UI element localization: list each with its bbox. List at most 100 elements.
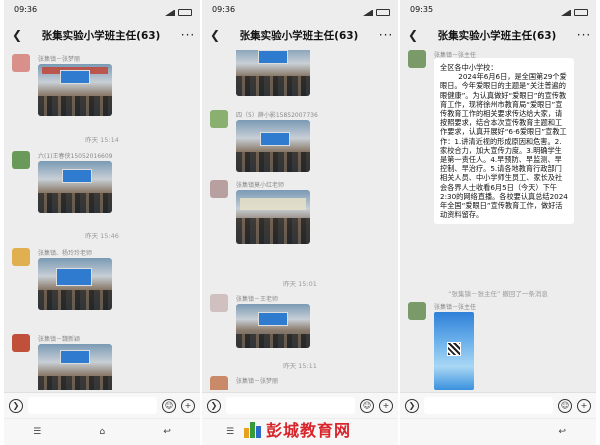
chat-title: 张集实验小学班主任(63): [437, 29, 557, 42]
phone-screen-2: 09:36 ❮ 张集实验小学班主任(63) ··· 四（5）薛小影1585200…: [202, 0, 398, 445]
avatar[interactable]: [210, 294, 228, 312]
input-bar: ❯ ☺ +: [202, 392, 398, 418]
system-nav-bar: ↩: [400, 419, 596, 445]
message-input[interactable]: [226, 397, 355, 414]
message-item: 张集镇－张主任: [408, 302, 588, 390]
more-options-icon[interactable]: ···: [176, 28, 200, 42]
voice-icon[interactable]: ❯: [405, 398, 419, 413]
system-nav-bar: ☰ ⌂ ↩: [4, 419, 200, 445]
battery-icon: [574, 9, 588, 16]
more-options-icon[interactable]: ···: [374, 28, 398, 42]
back-arrow-icon[interactable]: ❮: [404, 28, 422, 42]
emoji-icon[interactable]: ☺: [558, 398, 572, 413]
message-input[interactable]: [424, 397, 553, 414]
timestamp: 昨天 15:46: [85, 232, 119, 240]
recall-notice: “张集镇－张主任” 撤回了一条消息: [448, 290, 548, 298]
input-bar: ❯ ☺ +: [400, 392, 596, 418]
message-input[interactable]: [28, 397, 157, 414]
voice-icon[interactable]: ❯: [207, 398, 221, 413]
status-time: 09:36: [14, 5, 38, 14]
sender-name: 张集镇、杨玲玲老师: [38, 250, 93, 257]
image-message[interactable]: [38, 64, 112, 116]
image-message[interactable]: [236, 190, 310, 244]
message-item: 张集镇－张主任 全区各中小学校： 2024年6月6日，是全国第29个爱眼日。今年…: [408, 50, 588, 290]
avatar[interactable]: [408, 50, 426, 68]
signal-icon: [561, 9, 571, 16]
status-time: 09:35: [410, 5, 434, 14]
status-time: 09:36: [212, 5, 236, 14]
more-options-icon[interactable]: ···: [572, 28, 596, 42]
battery-icon: [178, 9, 192, 16]
status-bar: 09:36: [202, 0, 398, 20]
status-icons: [165, 5, 192, 20]
message-item: 四（5）薛小影15852007736: [210, 110, 390, 180]
battery-icon: [376, 9, 390, 16]
chat-header: ❮ 张集实验小学班主任(63) ···: [202, 22, 398, 48]
image-message[interactable]: [38, 258, 112, 310]
phone-screen-3: 09:35 ❮ 张集实验小学班主任(63) ··· 张集镇－张主任 全区各中小学…: [400, 0, 596, 445]
image-message[interactable]: [236, 304, 310, 348]
message-item: [210, 50, 390, 102]
avatar[interactable]: [12, 248, 30, 266]
back-nav-icon[interactable]: ↩: [163, 427, 171, 437]
chat-title: 张集实验小学班主任(63): [41, 29, 161, 42]
image-message[interactable]: [434, 312, 474, 390]
logo-text: 彭城教育网: [266, 421, 352, 440]
sender-name: 张集镇－王老师: [236, 296, 279, 303]
message-item: 张集镇－王老师: [210, 294, 390, 354]
site-logo: 彭城教育网: [244, 416, 384, 442]
status-bar: 09:36: [4, 0, 200, 20]
message-item: 张集镇－魏新颖: [12, 334, 192, 390]
voice-icon[interactable]: ❯: [9, 398, 23, 413]
menu-icon[interactable]: ☰: [226, 427, 234, 437]
avatar[interactable]: [408, 302, 426, 320]
plus-icon[interactable]: +: [577, 398, 591, 413]
avatar[interactable]: [210, 376, 228, 390]
message-list[interactable]: 张集镇－张梦丽 昨天 15:14 六(1)王春侠15052016609 昨天 1…: [4, 50, 200, 390]
back-arrow-icon[interactable]: ❮: [206, 28, 224, 42]
home-icon[interactable]: ⌂: [99, 427, 105, 437]
image-message[interactable]: [38, 161, 112, 213]
back-nav-icon[interactable]: ↩: [558, 427, 566, 437]
logo-bars-icon: [244, 420, 262, 438]
message-item: 张集镇－张梦丽: [12, 54, 192, 120]
message-item: 张集镇－张梦丽: [210, 376, 390, 390]
sender-name: 张集镇－张梦丽: [38, 56, 81, 63]
chat-header: ❮ 张集实验小学班主任(63) ···: [4, 22, 200, 48]
timestamp: 昨天 15:11: [283, 362, 317, 370]
emoji-icon[interactable]: ☺: [360, 398, 374, 413]
avatar[interactable]: [12, 151, 30, 169]
input-bar: ❯ ☺ +: [4, 392, 200, 418]
status-bar: 09:35: [400, 0, 596, 20]
message-list[interactable]: 张集镇－张主任 全区各中小学校： 2024年6月6日，是全国第29个爱眼日。今年…: [400, 50, 596, 390]
plus-icon[interactable]: +: [181, 398, 195, 413]
message-item: 六(1)王春侠15052016609: [12, 151, 192, 217]
avatar[interactable]: [12, 54, 30, 72]
text-message[interactable]: 全区各中小学校： 2024年6月6日，是全国第29个爱眼日。今年爱眼日的主题是“…: [434, 58, 574, 225]
timestamp: 昨天 15:14: [85, 136, 119, 144]
plus-icon[interactable]: +: [379, 398, 393, 413]
qr-code-icon: [447, 342, 461, 356]
avatar[interactable]: [210, 180, 228, 198]
message-item: 张集镇、杨玲玲老师: [12, 248, 192, 314]
status-icons: [363, 5, 390, 20]
image-message[interactable]: [236, 120, 310, 172]
chat-title: 张集实验小学班主任(63): [239, 29, 359, 42]
image-message[interactable]: [236, 50, 310, 96]
message-item: 张集镇莫小红老师: [210, 180, 390, 250]
signal-icon: [363, 9, 373, 16]
sender-name: 张集镇莫小红老师: [236, 182, 285, 189]
sender-name: 张集镇－魏新颖: [38, 336, 81, 343]
status-icons: [561, 5, 588, 20]
menu-icon[interactable]: ☰: [33, 427, 41, 437]
sender-name: 张集镇－张梦丽: [236, 378, 279, 385]
avatar[interactable]: [12, 334, 30, 352]
sender-name: 四（5）薛小影15852007736: [236, 112, 318, 119]
image-message[interactable]: [38, 344, 112, 390]
timestamp: 昨天 15:01: [283, 280, 317, 288]
emoji-icon[interactable]: ☺: [162, 398, 176, 413]
back-arrow-icon[interactable]: ❮: [8, 28, 26, 42]
chat-header: ❮ 张集实验小学班主任(63) ···: [400, 22, 596, 48]
message-list[interactable]: 四（5）薛小影15852007736 张集镇莫小红老师 昨天 15:01 张集镇…: [202, 50, 398, 390]
avatar[interactable]: [210, 110, 228, 128]
